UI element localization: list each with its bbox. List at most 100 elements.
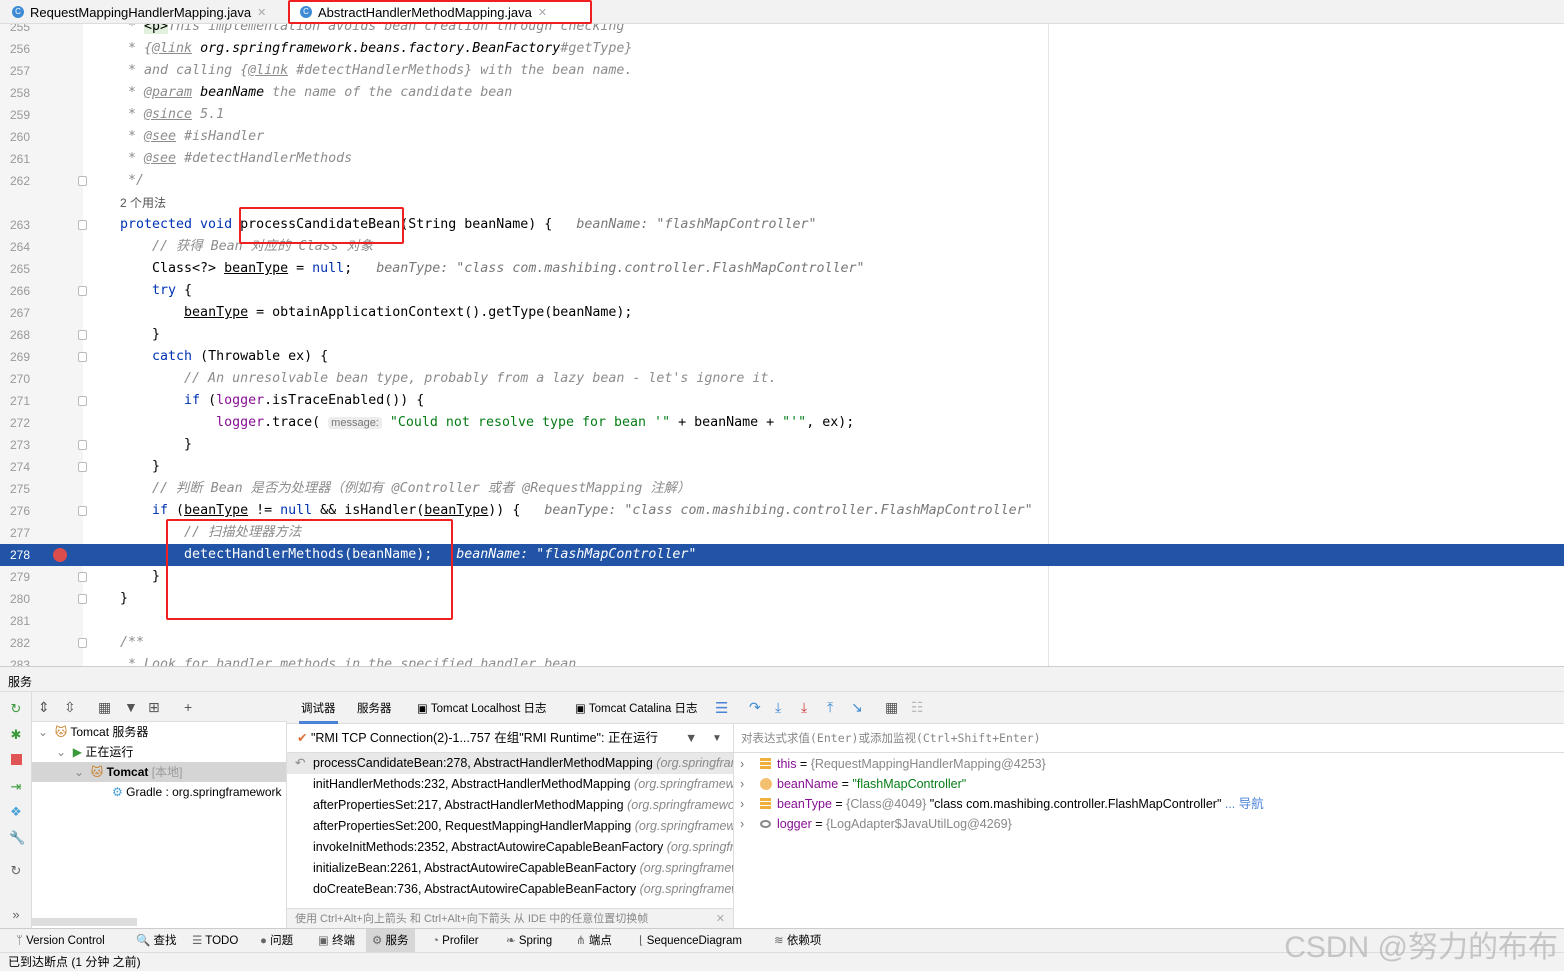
fold-icon[interactable]: [78, 330, 87, 340]
menu-icon[interactable]: ☰: [715, 692, 728, 724]
toolwindow-problems[interactable]: ● 问题: [254, 929, 299, 953]
expand-icon[interactable]: ›: [740, 794, 744, 814]
close-icon[interactable]: ✕: [538, 6, 547, 19]
code-line: 257 * and calling {@link #detectHandlerM…: [0, 60, 1564, 82]
artifact-icon[interactable]: ❖: [9, 805, 23, 819]
tab-tomcat-catalina-log[interactable]: ▣ Tomcat Catalina 日志: [575, 692, 698, 724]
thread-selector[interactable]: ✔ "RMI TCP Connection(2)-1...757 在组"RMI …: [287, 724, 733, 753]
group-icon[interactable]: ▦: [98, 699, 111, 716]
line-number: 269: [9, 350, 30, 364]
code-text: * @see #detectHandlerMethods: [120, 148, 352, 170]
step-over-icon[interactable]: ↷: [749, 699, 761, 716]
add-icon[interactable]: +: [184, 699, 192, 715]
tree-label: Tomcat: [106, 765, 149, 779]
chevron-down-icon[interactable]: ▼: [712, 724, 722, 753]
code-token: "'": [782, 415, 807, 430]
services-side-toolbar: ↻ ✱ ⇥ ❖ 🔧 ↻ »: [0, 692, 32, 928]
fold-icon[interactable]: [78, 462, 87, 472]
code-editor[interactable]: 255 * <p>This implementation avoids bean…: [0, 24, 1564, 666]
toolwindow-endpoints[interactable]: ⋔ 端点: [570, 929, 618, 953]
variable-text: this = {RequestMappingHandlerMapping@425…: [777, 754, 1046, 774]
stack-frame[interactable]: invokeInitMethods:2352, AbstractAutowire…: [287, 837, 733, 858]
tab-abstract-handler-method-mapping[interactable]: C AbstractHandlerMethodMapping.java ✕: [288, 0, 591, 24]
tab-server[interactable]: 服务器: [357, 692, 392, 724]
collapse-all-icon[interactable]: ⇳: [64, 699, 76, 716]
evaluate-icon[interactable]: ▦: [885, 699, 898, 716]
navigate-link[interactable]: ... 导航: [1221, 797, 1264, 811]
tree-node-running[interactable]: ⌄ ▶ 正在运行: [56, 742, 133, 762]
expand-all-icon[interactable]: ⇕: [38, 699, 50, 716]
code-token: @see: [144, 151, 177, 166]
line-number: 283: [9, 658, 30, 666]
code-token: 2 个用法: [120, 196, 167, 210]
toolwindow-version-control[interactable]: ᛘ Version Control: [10, 929, 111, 953]
tree-node-gradle[interactable]: ⚙ Gradle : org.springframework: [112, 782, 282, 802]
run-to-cursor-icon[interactable]: ↘: [851, 699, 863, 716]
tab-debugger[interactable]: 调试器: [299, 692, 338, 724]
fold-icon[interactable]: [78, 396, 87, 406]
fold-icon[interactable]: [78, 638, 87, 648]
hint-text: 使用 Ctrl+Alt+向上箭头 和 Ctrl+Alt+向下箭头 从 IDE 中…: [295, 913, 649, 925]
toolwindow-services[interactable]: ⚙ 服务: [366, 929, 415, 953]
stop-icon[interactable]: [11, 754, 22, 765]
toolwindow-spring[interactable]: ❧ Spring: [500, 929, 558, 953]
filter-icon[interactable]: ▼: [685, 724, 697, 753]
stack-frame[interactable]: doCreateBean:736, AbstractAutowireCapabl…: [287, 879, 733, 900]
toolwindow-sequence-diagram[interactable]: ⌊ SequenceDiagram: [633, 929, 748, 953]
expand-icon[interactable]: ›: [740, 814, 744, 834]
close-icon[interactable]: ✕: [716, 909, 725, 929]
refresh-icon[interactable]: ↻: [9, 864, 23, 878]
code-token: && isHandler(: [312, 503, 425, 518]
expand-icon[interactable]: ›: [740, 774, 744, 794]
more-icon[interactable]: »: [9, 908, 23, 922]
debug-icon[interactable]: ✱: [9, 728, 23, 742]
tab-request-mapping-handler-mapping[interactable]: C RequestMappingHandlerMapping.java ✕: [0, 0, 282, 24]
code-text: }: [120, 324, 160, 346]
horizontal-scrollbar[interactable]: [32, 918, 137, 926]
deploy-icon[interactable]: ⇥: [9, 780, 23, 794]
toolwindow-dependencies[interactable]: ≋ 依赖项: [768, 929, 827, 953]
code-line: 270 // An unresolvable bean type, probab…: [0, 368, 1564, 390]
expand-icon[interactable]: ›: [740, 754, 744, 774]
toolwindow-profiler[interactable]: ◔ Profiler: [426, 929, 485, 953]
watermark: CSDN @努力的布布: [1284, 931, 1558, 964]
stack-frame[interactable]: ↶ processCandidateBean:278, AbstractHandl…: [287, 753, 733, 774]
stack-frame[interactable]: initHandlerMethods:232, AbstractHandlerM…: [287, 774, 733, 795]
code-token: @link: [152, 41, 193, 56]
step-out-icon[interactable]: ⤒: [827, 699, 833, 716]
code-token: #detectHandlerMethods: [176, 151, 353, 166]
toolwindow-search[interactable]: 🔍 查找: [130, 929, 183, 953]
close-icon[interactable]: ✕: [257, 6, 266, 19]
rerun-icon[interactable]: ↻: [9, 702, 23, 716]
fold-icon[interactable]: [78, 286, 87, 296]
step-into-icon[interactable]: ⤓: [775, 699, 781, 716]
fold-icon[interactable]: [78, 506, 87, 516]
filter-icon[interactable]: ▼: [124, 699, 138, 715]
toolwindow-terminal[interactable]: ▣ 终端: [312, 929, 361, 953]
trace-icon[interactable]: ☷: [911, 699, 924, 716]
code-text: */: [120, 170, 144, 192]
fold-icon[interactable]: [78, 220, 87, 230]
fold-icon[interactable]: [78, 440, 87, 450]
fold-icon[interactable]: [78, 572, 87, 582]
stack-frame[interactable]: initializeBean:2261, AbstractAutowireCap…: [287, 858, 733, 879]
new-tab-icon[interactable]: ⊞: [148, 699, 160, 716]
code-token: beanType: [184, 305, 249, 320]
wrench-icon[interactable]: 🔧: [9, 831, 25, 845]
tree-node-tomcat-server[interactable]: ⌄ 🐱 Tomcat 服务器: [38, 722, 148, 742]
tree-node-tomcat-local[interactable]: ⌄ 🐱 Tomcat [本地]: [32, 762, 286, 782]
fold-icon[interactable]: [78, 352, 87, 362]
fold-icon[interactable]: [78, 176, 87, 186]
toolwindow-todo[interactable]: ☰ TODO: [186, 929, 244, 953]
breakpoint-icon[interactable]: [53, 548, 67, 562]
evaluate-expression-input[interactable]: 对表达式求值(Enter)或添加监视(Ctrl+Shift+Enter): [733, 724, 1564, 753]
line-number: 260: [9, 130, 30, 144]
code-line: 256 * {@link org.springframework.beans.f…: [0, 38, 1564, 60]
tab-tomcat-localhost-log[interactable]: ▣ Tomcat Localhost 日志: [417, 692, 547, 724]
stack-frame[interactable]: afterPropertiesSet:200, RequestMappingHa…: [287, 816, 733, 837]
stack-frame[interactable]: afterPropertiesSet:217, AbstractHandlerM…: [287, 795, 733, 816]
spring-icon: ❧: [506, 935, 519, 947]
code-token: *: [120, 85, 145, 100]
fold-icon[interactable]: [78, 594, 87, 604]
force-step-into-icon[interactable]: ⤓: [801, 699, 807, 716]
